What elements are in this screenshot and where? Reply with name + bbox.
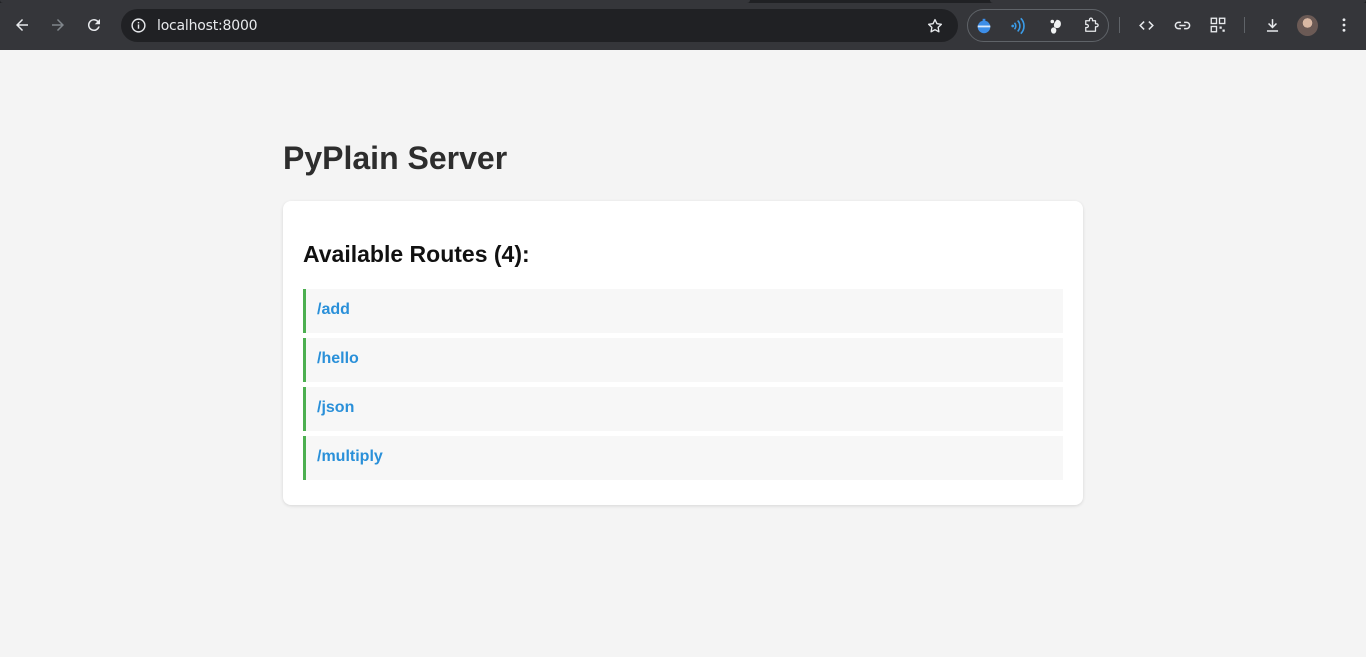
url-text: localhost:8000 xyxy=(157,18,258,34)
toolbar-divider xyxy=(1244,17,1245,33)
page-title: PyPlain Server xyxy=(283,140,508,176)
forward-icon xyxy=(52,19,64,31)
route-link-hello[interactable]: /hello xyxy=(317,350,359,368)
extension-icon[interactable] xyxy=(974,16,994,36)
route-link-add[interactable]: /add xyxy=(317,301,350,319)
routes-heading: Available Routes (4): xyxy=(303,241,530,267)
browser-toolbar: localhost:8000 xyxy=(0,0,1366,50)
puzzle-icon[interactable] xyxy=(1081,16,1101,36)
qr-code-icon[interactable] xyxy=(1207,14,1229,36)
route-item: /json xyxy=(303,387,1063,431)
back-button[interactable] xyxy=(8,11,36,39)
menu-icon[interactable] xyxy=(1333,14,1355,36)
routes-card: Available Routes (4): /add /hello /json … xyxy=(283,201,1083,505)
tab-strip xyxy=(0,0,1366,3)
extensions-group xyxy=(967,9,1109,42)
site-info-icon[interactable] xyxy=(129,16,148,35)
code-icon[interactable] xyxy=(1135,14,1157,36)
route-link-json[interactable]: /json xyxy=(317,399,354,417)
route-item: /add xyxy=(303,289,1063,333)
route-item: /hello xyxy=(303,338,1063,382)
back-icon xyxy=(16,19,28,31)
download-icon[interactable] xyxy=(1261,14,1283,36)
gnome-icon[interactable] xyxy=(1045,16,1065,36)
bookmark-star-icon[interactable] xyxy=(925,16,944,35)
route-link-multiply[interactable]: /multiply xyxy=(317,448,383,466)
link-icon[interactable] xyxy=(1171,14,1193,36)
reload-button[interactable] xyxy=(80,11,108,39)
toolbar-divider xyxy=(1119,17,1120,33)
reload-icon xyxy=(87,19,100,32)
forward-button[interactable] xyxy=(44,11,72,39)
route-item: /multiply xyxy=(303,436,1063,480)
cast-icon[interactable] xyxy=(1009,16,1029,36)
profile-avatar[interactable] xyxy=(1297,15,1318,36)
address-bar[interactable]: localhost:8000 xyxy=(121,9,958,42)
